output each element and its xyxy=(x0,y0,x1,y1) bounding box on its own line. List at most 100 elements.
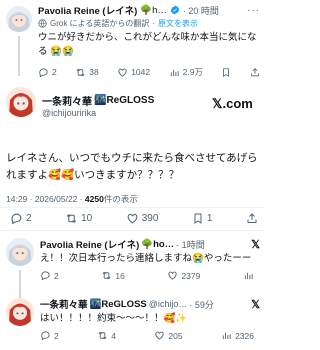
translation-label: Grok による英語からの翻訳 xyxy=(50,19,150,28)
author-name[interactable]: 一条莉々華 xyxy=(42,93,92,108)
reine-avatar-art xyxy=(6,6,32,32)
views-label: 件の表示 xyxy=(103,194,138,204)
heart-icon xyxy=(168,271,178,280)
views-button[interactable]: 2.9万 xyxy=(169,66,203,78)
retweet-count: 16 xyxy=(115,270,125,281)
heart-icon xyxy=(127,213,138,224)
author-name[interactable]: 一条莉々華 xyxy=(40,297,88,311)
tweet-actions: 2 10 390 1 xyxy=(10,212,258,225)
retweet-icon xyxy=(76,68,85,76)
views-button[interactable] xyxy=(243,270,254,281)
tweet-actions: 2 38 1042 2.9万 xyxy=(38,66,260,78)
views-button[interactable]: 2326 xyxy=(221,330,254,341)
ririka-avatar-art xyxy=(6,298,34,326)
reply-icon xyxy=(41,331,50,341)
translation-notice: Grok による英語からの翻訳 · 原文を表示 xyxy=(38,18,260,29)
tweet-header: Pavolia Reine (レイネ) 🌳ho… · 1時間 𝕏 xyxy=(40,237,260,252)
tweet-timestamp[interactable]: 14:29 · 2026/05/22 · xyxy=(6,194,85,204)
divider xyxy=(0,207,264,208)
retweet-icon xyxy=(66,213,77,224)
tweet-text: ウニが好きだから、これがどんな味か本当に気になる 😭😭 xyxy=(38,32,257,57)
reine-avatar-art xyxy=(6,238,34,266)
tweet-text: レイネさん、いつでもウチに来たら食べさせてあげられますよ🥰🥰いつきますか？？？？ xyxy=(6,152,258,181)
tweet-time[interactable]: · 20 時間 xyxy=(183,4,219,17)
views-chart-icon xyxy=(170,69,179,76)
x-logo-icon[interactable]: 𝕏 xyxy=(251,238,260,251)
like-button[interactable]: 205 xyxy=(154,330,183,341)
reply-button[interactable]: 2 xyxy=(40,270,59,281)
author-handle[interactable]: @ichijouririka xyxy=(42,108,96,118)
views-count: 4250 xyxy=(84,194,104,204)
reply-icon xyxy=(41,271,50,281)
retweet-count: 10 xyxy=(81,213,93,224)
tweet-header: 一条莉々華 🌃ReGLOSS @ichijo… · 59分 𝕏 xyxy=(40,297,260,312)
reply-count: 2 xyxy=(26,213,32,224)
tweet-text: え！！次日本行ったら連絡しますね😭やったーー xyxy=(40,253,252,264)
author-name[interactable]: Pavolia Reine (レイネ) xyxy=(38,3,137,17)
like-count: 1042 xyxy=(131,67,151,77)
author-name[interactable]: Pavolia Reine (レイネ) xyxy=(40,237,139,251)
reply-button[interactable]: 2 xyxy=(38,67,57,78)
author-name-emoji: 🌳ho… xyxy=(141,238,175,250)
retweet-icon xyxy=(98,331,107,340)
tweet-timestamp-row: 14:29 · 2026/05/22 · 4250件の表示 xyxy=(6,193,138,205)
author-name-tag: 🌃ReGLOSS xyxy=(94,95,155,106)
bookmark-icon xyxy=(194,213,202,224)
like-button[interactable]: 390 xyxy=(126,212,159,225)
reply-button[interactable]: 2 xyxy=(40,330,59,341)
avatar[interactable] xyxy=(6,298,34,326)
tweet-text: はい！！！！約束〜〜〜！！🥰✨ xyxy=(40,313,188,324)
avatar[interactable] xyxy=(6,87,36,117)
thread-line xyxy=(19,270,21,298)
tweet-header: 一条莉々華 🌃ReGLOSS xyxy=(42,93,154,108)
tweet-actions: 2 16 2379 xyxy=(40,270,254,281)
avatar[interactable] xyxy=(6,238,34,266)
share-button[interactable] xyxy=(246,212,258,225)
like-button[interactable]: 1042 xyxy=(117,67,150,78)
verified-badge-icon xyxy=(170,5,179,15)
show-original-link[interactable]: 原文を表示 xyxy=(158,18,198,29)
author-handle[interactable]: @ichijo… xyxy=(149,299,188,309)
share-icon xyxy=(251,67,259,76)
heart-icon xyxy=(155,331,165,340)
more-icon[interactable]: ··· xyxy=(247,5,260,16)
reply-count: 2 xyxy=(54,270,59,281)
x-logo-icon[interactable]: 𝕏 xyxy=(251,298,260,311)
author-name-tag: 🌃ReGLOSS xyxy=(89,298,147,310)
bookmark-button[interactable] xyxy=(221,67,231,78)
retweet-count: 4 xyxy=(111,330,116,341)
reply-icon xyxy=(39,67,48,77)
retweet-icon xyxy=(102,271,111,280)
reply-count: 2 xyxy=(54,330,59,341)
retweet-button[interactable]: 4 xyxy=(97,330,116,341)
tweet-header: Pavolia Reine (レイネ) 🌳h… · 20 時間 ··· xyxy=(38,3,260,18)
ririka-avatar-art xyxy=(6,87,36,117)
share-icon xyxy=(247,213,257,223)
views-count: 2326 xyxy=(235,330,254,341)
views-chart-icon xyxy=(222,332,231,340)
share-button[interactable] xyxy=(250,67,260,78)
thread-line xyxy=(18,36,20,76)
like-button[interactable]: 2379 xyxy=(167,270,200,281)
translate-icon xyxy=(38,19,47,28)
bookmark-icon xyxy=(223,67,230,77)
tweet-time[interactable]: · 59分 xyxy=(189,298,214,311)
retweet-count: 38 xyxy=(89,67,99,77)
x-logo-icon[interactable]: 𝕏.com xyxy=(212,96,253,112)
like-count: 390 xyxy=(141,213,159,224)
heart-icon xyxy=(118,68,127,77)
avatar[interactable] xyxy=(6,6,32,32)
retweet-button[interactable]: 38 xyxy=(75,67,99,78)
tweet-actions: 2 4 205 2326 xyxy=(40,330,254,341)
like-count: 2379 xyxy=(181,270,201,281)
retweet-button[interactable]: 16 xyxy=(101,270,125,281)
bookmark-count: 1 xyxy=(206,213,213,224)
reply-count: 2 xyxy=(52,67,57,77)
retweet-button[interactable]: 10 xyxy=(65,212,92,225)
reply-icon xyxy=(11,213,22,225)
views-chart-icon xyxy=(244,272,253,280)
reply-button[interactable]: 2 xyxy=(10,212,32,225)
bookmark-button[interactable]: 1 xyxy=(192,212,213,225)
views-count: 2.9万 xyxy=(182,67,203,77)
tweet-time[interactable]: · 1時間 xyxy=(176,238,205,251)
